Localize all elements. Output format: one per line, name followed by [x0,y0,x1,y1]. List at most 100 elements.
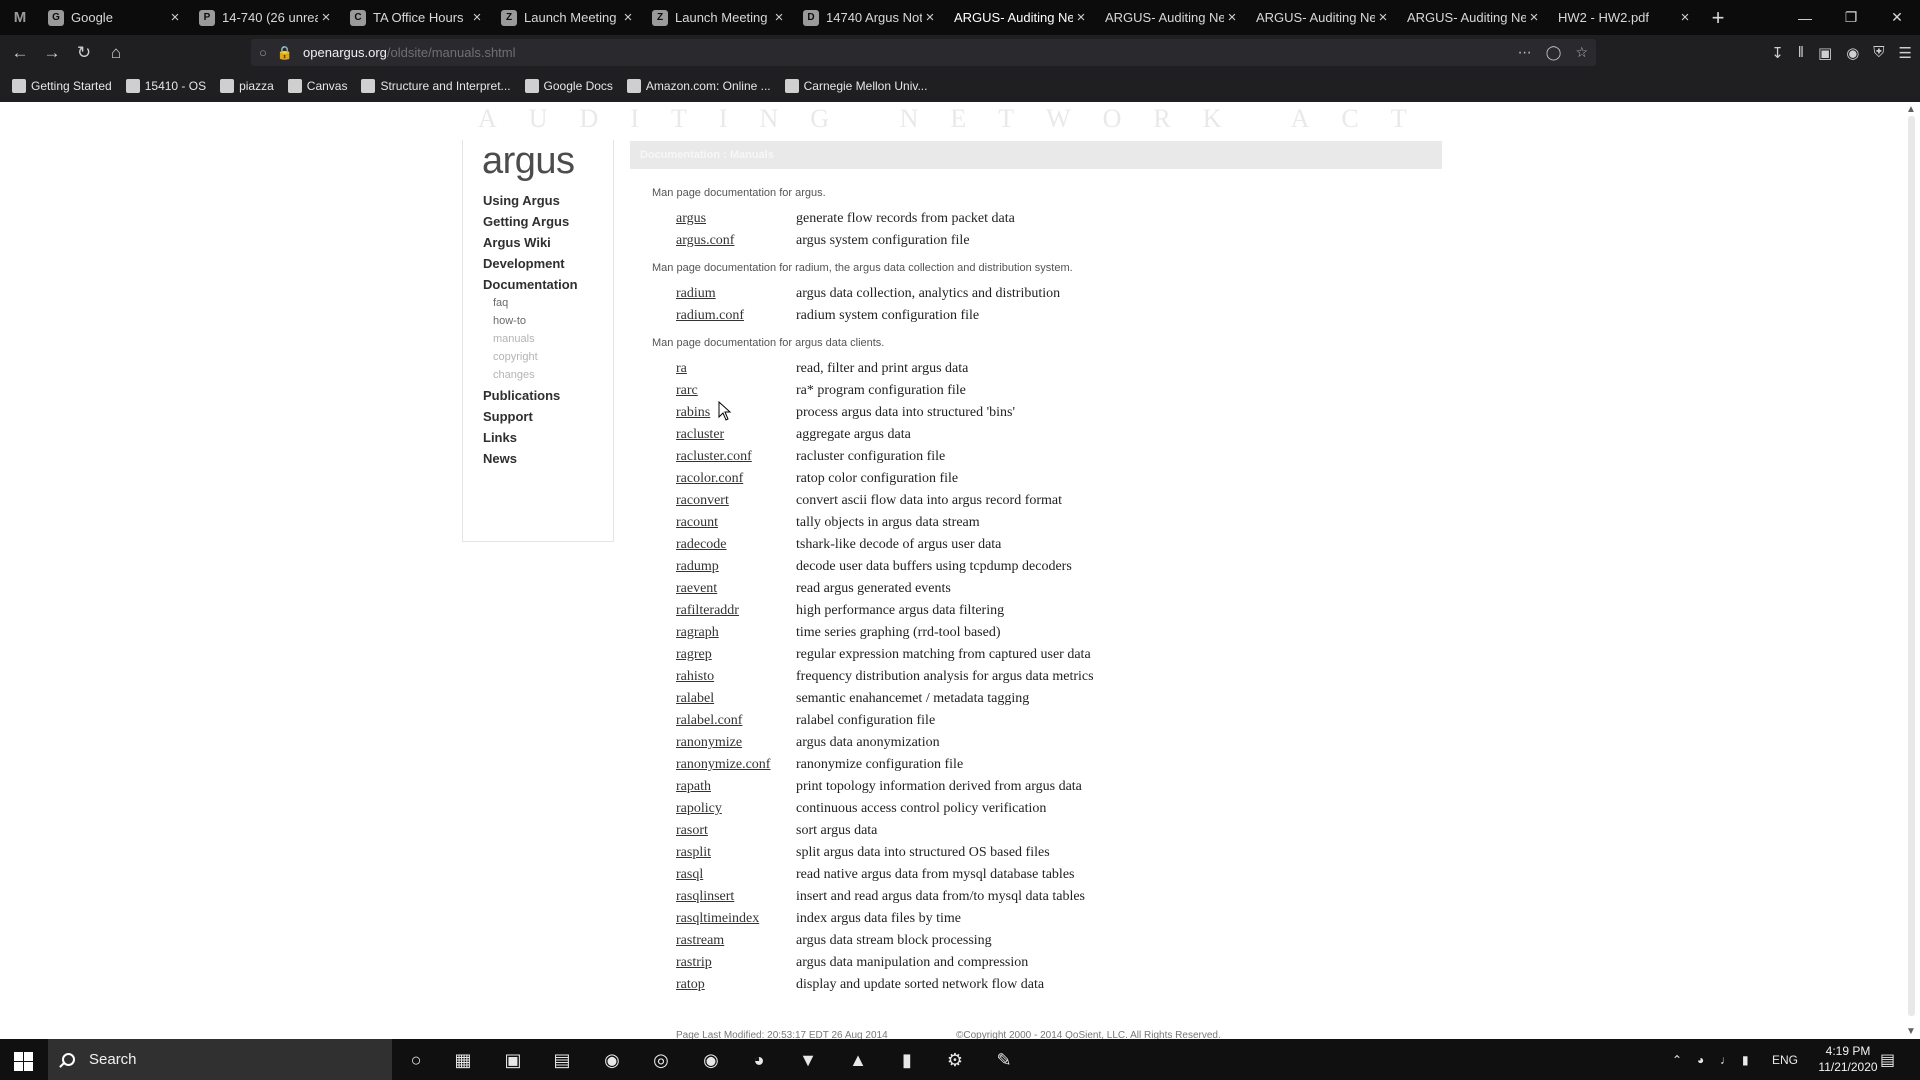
tab-close-icon[interactable]: × [167,9,183,26]
taskbar-search-box[interactable]: Search [48,1039,392,1080]
forward-button[interactable]: → [36,39,68,67]
zoom-icon[interactable]: ▮ [894,1047,920,1073]
bookmark-item[interactable]: Canvas [287,79,347,93]
manual-link[interactable]: ragraph [676,625,719,641]
volume-icon[interactable]: ♩ [1720,1039,1732,1080]
browser-tab[interactable]: ARGUS- Auditing Ne × [1399,0,1550,35]
subnav-item[interactable]: how-to [493,315,526,327]
account-icon[interactable]: ◉ [1846,44,1859,62]
bookmark-item[interactable]: piazza [220,79,274,93]
network-icon[interactable]: ◕ [1697,1039,1704,1080]
browser-tab[interactable]: Z Launch Meeting × [644,0,795,35]
manual-link[interactable]: rasql [676,867,703,883]
manual-link[interactable]: racluster [676,427,724,443]
task-view-icon[interactable]: ▦ [450,1047,476,1073]
page-actions-icon[interactable]: ⋯ [1518,44,1532,61]
manual-link[interactable]: rabins [676,405,710,421]
downloads-icon[interactable]: ↧ [1771,44,1784,62]
clock[interactable]: 4:19 PM 11/21/2020 [1810,1043,1886,1075]
reload-button[interactable]: ↻ [68,39,100,67]
back-button[interactable]: ← [4,39,36,67]
nav-item[interactable]: Development [483,256,565,271]
tab-close-icon[interactable]: × [771,9,787,26]
subnav-item[interactable]: changes [493,369,535,381]
browser-tab[interactable]: ARGUS- Auditing Ne × [946,0,1097,35]
menu-icon[interactable]: ☰ [1899,44,1912,62]
bookmark-item[interactable]: Structure and Interpret... [361,79,511,93]
media-player-icon[interactable]: ◎ [648,1047,674,1073]
subnav-item[interactable]: copyright [493,351,538,363]
browser-tab[interactable]: Z Launch Meeting × [493,0,644,35]
manual-link[interactable]: racount [676,515,718,531]
nav-item[interactable]: Argus Wiki [483,235,551,250]
library-icon[interactable]: ‖ [1798,44,1804,61]
bookmark-item[interactable]: 15410 - OS [125,79,206,93]
start-button[interactable] [8,1047,36,1073]
manual-link[interactable]: radecode [676,537,727,553]
manual-link[interactable]: ratop [676,977,705,993]
tab-close-icon[interactable]: × [469,9,485,26]
manual-link[interactable]: rahisto [676,669,714,685]
manual-link[interactable]: rastrip [676,955,712,971]
nav-item[interactable]: Support [483,409,533,424]
settings-icon[interactable]: ⚙ [942,1047,968,1073]
extension-shield-icon[interactable]: ⛨ [1873,44,1884,61]
pocket-icon[interactable]: ◯ [1546,44,1562,61]
tab-close-icon[interactable]: × [620,9,636,26]
vscode-icon[interactable]: ▼ [795,1047,821,1073]
close-window-button[interactable]: ✕ [1874,0,1920,35]
tray-chevron-icon[interactable]: ⌃ [1672,1039,1682,1080]
manual-link[interactable]: rasqlinsert [676,889,734,905]
bookmark-item[interactable]: Google Docs [524,79,613,93]
manual-link[interactable]: rasort [676,823,708,839]
battery-icon[interactable]: ▮ [1742,1039,1749,1080]
browser-tab[interactable]: ARGUS- Auditing Ne × [1097,0,1248,35]
chrome-icon[interactable]: ◕ [746,1047,772,1073]
nav-item[interactable]: Getting Argus [483,214,569,229]
manual-link[interactable]: rafilteraddr [676,603,739,619]
nav-item[interactable]: Documentation [483,277,578,292]
tab-close-icon[interactable]: × [1526,9,1542,26]
tab-close-icon[interactable]: × [1073,9,1089,26]
spotify-icon[interactable]: ◉ [599,1047,625,1073]
app-menu-icon[interactable]: M [0,0,40,35]
bookmark-item[interactable]: Carnegie Mellon Univ... [784,79,927,93]
scrollbar-thumb[interactable] [1908,116,1915,1016]
subnav-item[interactable]: faq [493,297,508,309]
home-button[interactable]: ⌂ [100,39,132,67]
manual-link[interactable]: racolor.conf [676,471,743,487]
firefox-icon[interactable]: ◉ [698,1047,724,1073]
minimize-button[interactable]: — [1782,0,1828,35]
page-scrollbar[interactable]: ▲ ▼ [1903,102,1920,1039]
manual-link[interactable]: ranonymize [676,735,742,751]
browser-tab[interactable]: HW2 - HW2.pdf × [1550,0,1701,35]
manual-link[interactable]: rastream [676,933,724,949]
browser-tab[interactable]: G Google × [40,0,191,35]
scroll-up-icon[interactable]: ▲ [1906,104,1916,115]
tab-close-icon[interactable]: × [1677,9,1693,26]
notifications-icon[interactable]: ▤ [1880,1039,1895,1080]
manual-link[interactable]: rapolicy [676,801,722,817]
manual-link[interactable]: raconvert [676,493,729,509]
new-tab-button[interactable]: + [1701,0,1735,35]
bookmark-item[interactable]: Amazon.com: Online ... [626,79,771,93]
nav-item[interactable]: Using Argus [483,193,560,208]
cortana-icon[interactable]: ○ [403,1047,429,1073]
browser-tab[interactable]: P 14-740 (26 unrea × [191,0,342,35]
manual-link[interactable]: argus [676,211,706,227]
manual-link[interactable]: ranonymize.conf [676,757,770,773]
bookmark-item[interactable]: Getting Started [12,79,112,93]
manual-link[interactable]: ralabel [676,691,714,707]
manual-link[interactable]: rasplit [676,845,711,861]
url-bar[interactable]: ○ 🔒 openargus.org/oldsite/manuals.shtml … [251,39,1596,66]
manual-link[interactable]: argus.conf [676,233,734,249]
manual-link[interactable]: radium [676,286,716,302]
tab-close-icon[interactable]: × [1375,9,1391,26]
language-indicator[interactable]: ENG [1772,1039,1798,1080]
app-triangle-icon[interactable]: ▲ [845,1047,871,1073]
sidebar-icon[interactable]: ▣ [1818,44,1832,62]
manual-link[interactable]: ra [676,361,687,377]
subnav-item[interactable]: manuals [493,333,535,345]
nav-item[interactable]: News [483,451,517,466]
manual-link[interactable]: rasqltimeindex [676,911,759,927]
